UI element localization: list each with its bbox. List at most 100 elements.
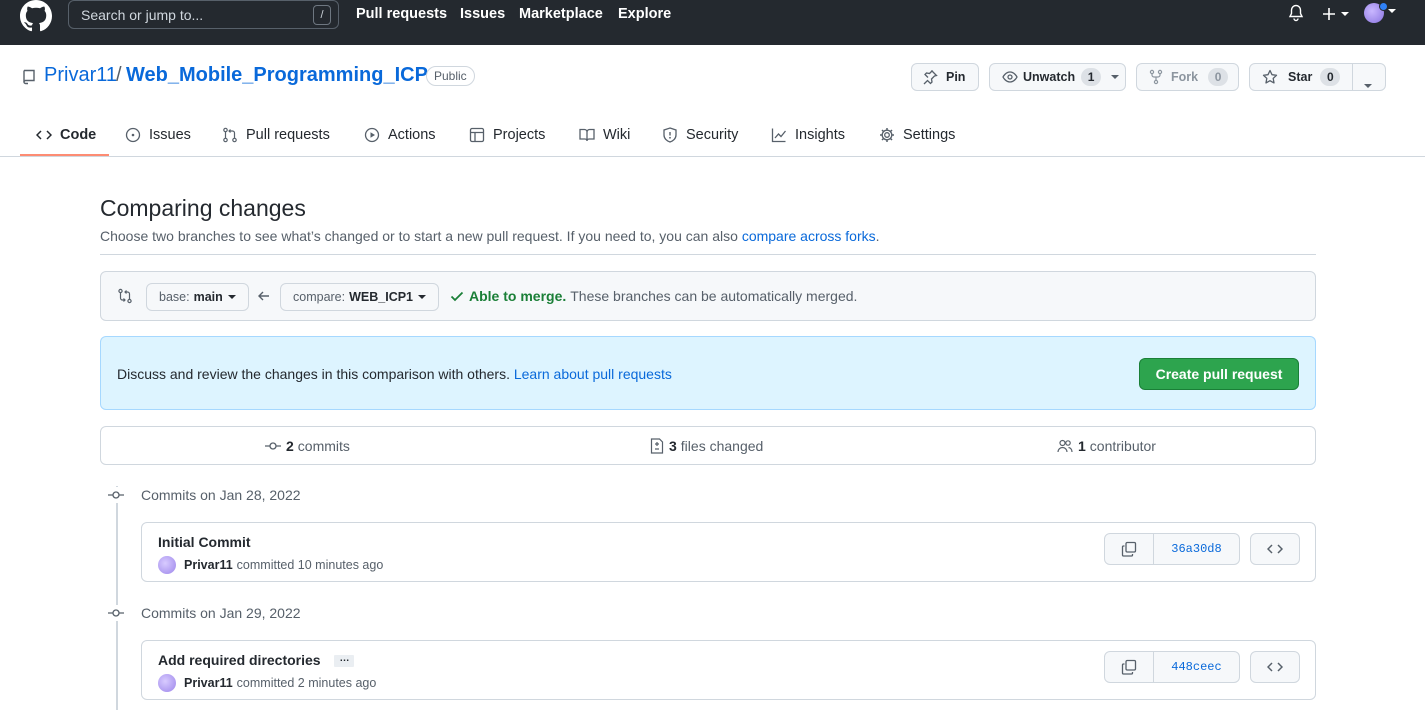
create-pull-request-button[interactable]: Create pull request xyxy=(1139,358,1299,390)
compare-label: compare: xyxy=(293,290,346,304)
commit-author[interactable]: Privar11 xyxy=(184,676,233,690)
files-count: 3 xyxy=(669,438,677,454)
bell-icon[interactable] xyxy=(1288,4,1304,22)
table-icon xyxy=(469,127,485,142)
commit-group-header: Commits on Jan 29, 2022 xyxy=(108,605,301,621)
tab-security[interactable]: Security xyxy=(662,112,738,157)
commit-title-link[interactable]: Add required directories xyxy=(158,652,321,668)
github-logo-icon[interactable] xyxy=(20,0,52,32)
merge-status-label: Able to merge. xyxy=(469,288,567,304)
tab-projects[interactable]: Projects xyxy=(469,112,545,157)
commits-summary[interactable]: 2 commits xyxy=(265,438,350,454)
learn-about-prs-link[interactable]: Learn about pull requests xyxy=(514,366,672,382)
commit-sha-link[interactable]: 36a30d8 xyxy=(1154,533,1240,565)
contributors-count: 1 xyxy=(1078,438,1086,454)
search-input[interactable]: Search or jump to... / xyxy=(68,0,339,29)
author-avatar[interactable] xyxy=(158,674,176,692)
author-avatar[interactable] xyxy=(158,556,176,574)
watch-caret-icon xyxy=(1111,75,1120,79)
expand-message-button[interactable]: … xyxy=(334,654,355,668)
gear-icon xyxy=(880,127,894,142)
topnav-issues[interactable]: Issues xyxy=(460,6,505,22)
commit-author[interactable]: Privar11 xyxy=(184,558,233,572)
commits-count: 2 xyxy=(286,438,294,454)
compare-branch-value: WEB_ICP1 xyxy=(349,290,414,304)
page-title: Comparing changes xyxy=(100,195,306,221)
fork-icon xyxy=(1149,69,1163,85)
compare-branch-select[interactable]: compare: WEB_ICP1 xyxy=(280,283,440,311)
tab-settings-label: Settings xyxy=(903,126,956,143)
copy-icon xyxy=(1121,659,1137,675)
commit-row: Initial Commit Privar11 committed 10 min… xyxy=(141,522,1316,582)
play-icon xyxy=(364,127,380,142)
subtitle-end: . xyxy=(875,228,880,244)
commit-group-date: Commits on Jan 29, 2022 xyxy=(141,605,301,621)
tab-pull-requests[interactable]: Pull requests xyxy=(222,112,330,157)
repo-name-link[interactable]: Web_Mobile_Programming_ICP xyxy=(126,64,428,87)
tab-projects-label: Projects xyxy=(493,126,546,143)
star-caret-icon[interactable] xyxy=(1364,75,1372,91)
commit-group-date: Commits on Jan 28, 2022 xyxy=(141,487,301,503)
star-icon xyxy=(1262,69,1278,84)
browse-repo-button[interactable] xyxy=(1250,533,1300,565)
avatar-caret-icon[interactable] xyxy=(1388,8,1396,14)
contributors-summary[interactable]: 1 contributor xyxy=(1057,438,1156,454)
prompt-message: Discuss and review the changes in this c… xyxy=(117,366,510,382)
pin-button[interactable]: Pin xyxy=(911,63,979,91)
compare-across-forks-link[interactable]: compare across forks xyxy=(742,228,876,244)
watch-button[interactable]: Unwatch 1 xyxy=(989,63,1126,91)
commit-title-link[interactable]: Initial Commit xyxy=(158,534,251,550)
repo-owner-link[interactable]: Privar11 xyxy=(44,64,117,87)
commit-sha-link[interactable]: 448ceec xyxy=(1154,651,1240,683)
tab-insights[interactable]: Insights xyxy=(771,112,845,157)
base-branch-select[interactable]: base: main xyxy=(146,283,249,311)
tab-wiki-label: Wiki xyxy=(603,126,631,143)
star-label: Star xyxy=(1288,70,1313,84)
commit-icon xyxy=(265,442,281,450)
commit-meta: Privar11 committed 2 minutes ago xyxy=(158,674,376,692)
copy-sha-button[interactable] xyxy=(1104,651,1154,683)
tab-issues-label: Issues xyxy=(149,126,191,143)
star-divider xyxy=(1352,63,1353,91)
tab-actions[interactable]: Actions xyxy=(364,112,436,157)
commit-actions: 448ceec xyxy=(1104,651,1300,683)
commit-time: committed 2 minutes ago xyxy=(236,676,377,690)
commit-actions: 36a30d8 xyxy=(1104,533,1300,565)
fork-button[interactable]: Fork 0 xyxy=(1136,63,1239,91)
create-pr-prompt: Discuss and review the changes in this c… xyxy=(100,336,1316,410)
tab-actions-label: Actions xyxy=(388,126,436,143)
range-editor: base: main compare: WEB_ICP1 Able to mer… xyxy=(100,271,1316,321)
fork-label: Fork xyxy=(1171,70,1199,84)
topnav-pull-requests[interactable]: Pull requests xyxy=(356,6,447,22)
compare-caret-icon xyxy=(418,295,427,299)
tab-pull-requests-label: Pull requests xyxy=(246,126,330,143)
tab-issues[interactable]: Issues xyxy=(125,112,191,157)
shield-icon xyxy=(663,126,677,143)
contributors-label: contributor xyxy=(1089,438,1156,454)
compare-summary: 2 commits 3 files changed 1 contributor xyxy=(100,426,1316,465)
star-count: 0 xyxy=(1320,68,1341,86)
copy-icon xyxy=(1121,541,1137,557)
merge-status-detail: These branches can be automatically merg… xyxy=(570,288,858,304)
commit-meta: Privar11 committed 10 minutes ago xyxy=(158,556,383,574)
tab-settings[interactable]: Settings xyxy=(879,112,955,157)
check-icon xyxy=(450,291,464,302)
tab-code[interactable]: Code xyxy=(36,112,96,157)
commits-label: commits xyxy=(297,438,350,454)
copy-sha-button[interactable] xyxy=(1104,533,1154,565)
global-header: Search or jump to... / Pull requests Iss… xyxy=(0,0,1425,45)
code-icon xyxy=(36,129,52,140)
commit-group-header: Commits on Jan 28, 2022 xyxy=(108,487,301,503)
files-summary[interactable]: 3 files changed xyxy=(650,438,763,454)
search-shortcut-key: / xyxy=(313,5,331,25)
topnav-explore[interactable]: Explore xyxy=(618,6,671,22)
commit-time: committed 10 minutes ago xyxy=(236,558,384,572)
base-caret-icon xyxy=(227,295,236,299)
watch-label: Unwatch xyxy=(1023,70,1076,84)
browse-repo-button[interactable] xyxy=(1250,651,1300,683)
tab-wiki[interactable]: Wiki xyxy=(579,112,630,157)
plus-icon[interactable] xyxy=(1321,6,1351,22)
eye-icon xyxy=(1002,71,1018,83)
topnav-marketplace[interactable]: Marketplace xyxy=(519,6,603,22)
prompt-text: Discuss and review the changes in this c… xyxy=(117,366,672,382)
